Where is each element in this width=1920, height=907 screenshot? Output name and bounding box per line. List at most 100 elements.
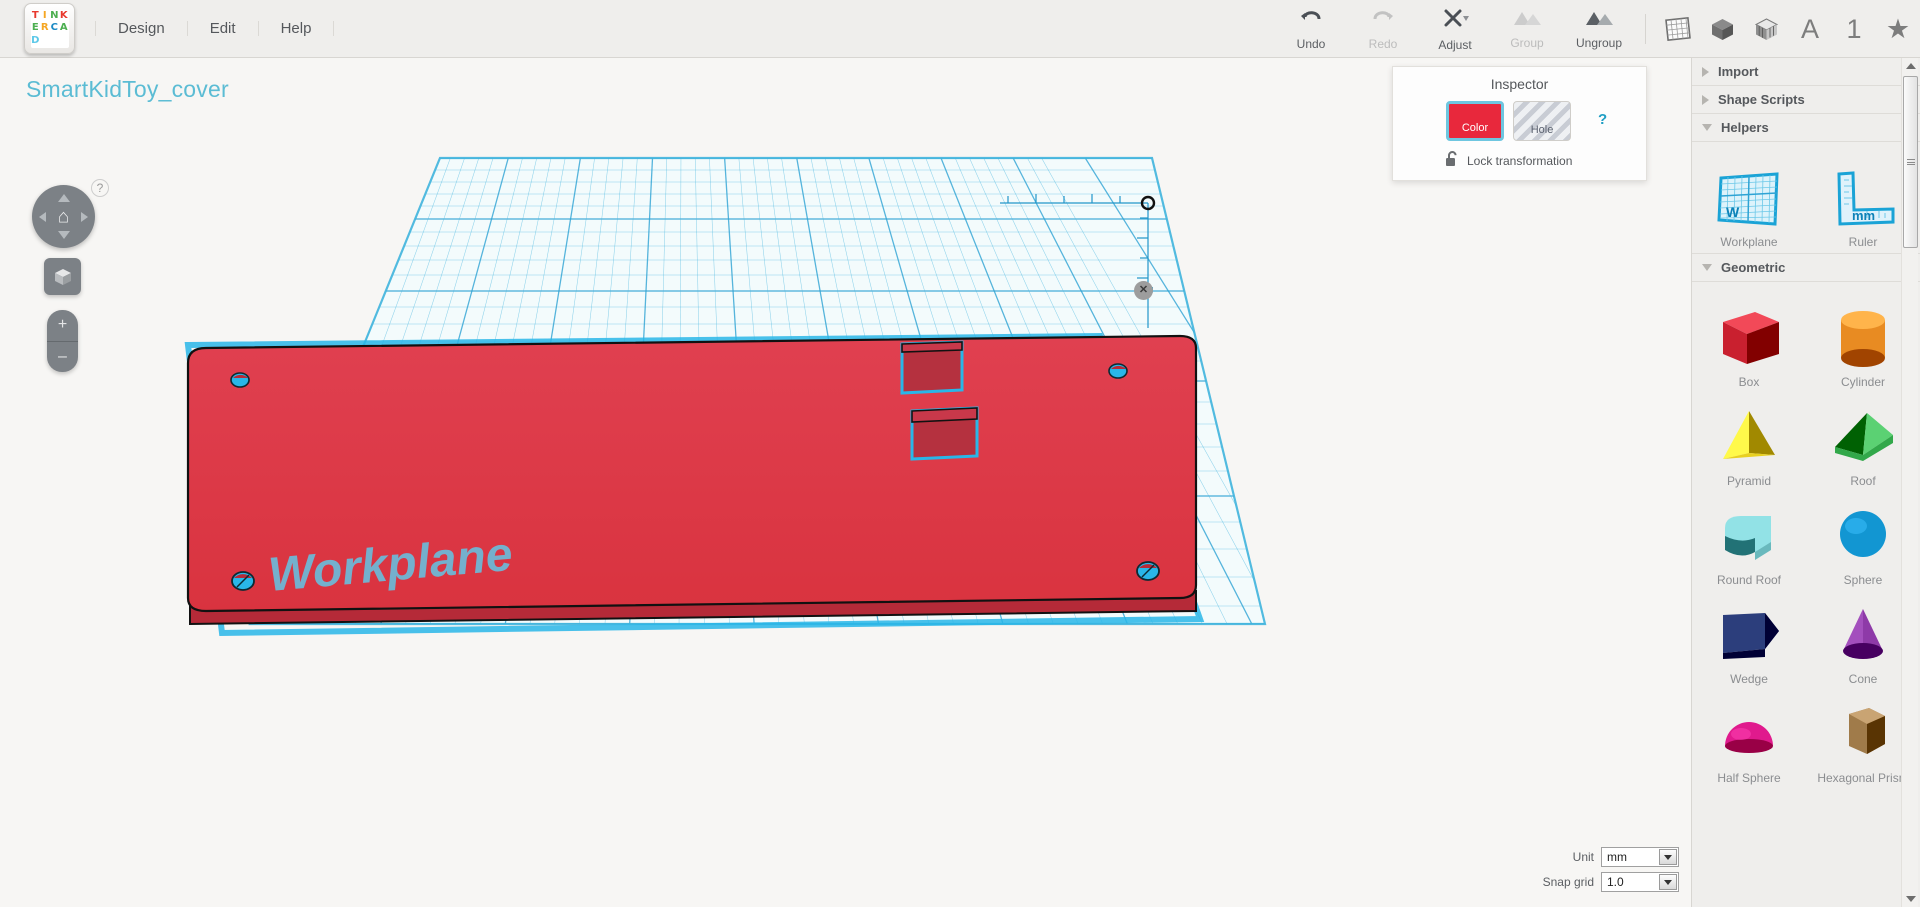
section-shape-scripts[interactable]: Shape Scripts xyxy=(1692,86,1920,114)
inspector-title: Inspector xyxy=(1490,76,1549,92)
adjust-icon xyxy=(1441,7,1469,34)
shape-box-label: Box xyxy=(1738,375,1760,389)
star-glyph: ★ xyxy=(1885,13,1911,44)
number-one-glyph: 1 xyxy=(1846,13,1862,44)
scrollbar-thumb[interactable] xyxy=(1903,76,1918,248)
logo-letter-r-5: R xyxy=(40,22,49,34)
undo-button[interactable]: Undo xyxy=(1275,0,1347,58)
shape-wedge-icon xyxy=(1707,600,1791,670)
logo-letter-n-2: N xyxy=(50,9,59,21)
top-tool-group: Undo Redo Adjust Group Ungroup A 1 ★ xyxy=(1275,0,1920,58)
group-label: Group xyxy=(1510,35,1544,50)
shape-box-icon xyxy=(1707,303,1791,373)
zoom-controls[interactable]: + – xyxy=(47,310,78,372)
adjust-button[interactable]: Adjust xyxy=(1419,0,1491,58)
star-icon[interactable]: ★ xyxy=(1876,0,1920,58)
shape-half-sphere[interactable]: Half Sphere xyxy=(1692,686,1806,785)
workplane-helper-icon: W xyxy=(1707,163,1791,233)
fit-view-cube-button[interactable] xyxy=(44,258,81,295)
scroll-up-arrow[interactable] xyxy=(1902,58,1919,74)
snap-grid-label: Snap grid xyxy=(1542,875,1594,889)
hole-swatch-button[interactable]: Hole xyxy=(1513,101,1571,141)
text-a-icon[interactable]: A xyxy=(1788,0,1832,58)
shape-cone-label: Cone xyxy=(1848,672,1878,686)
nav-left-arrow[interactable] xyxy=(39,211,46,222)
color-swatch-button[interactable]: Color xyxy=(1446,101,1504,141)
inspector-help-icon[interactable]: ? xyxy=(1598,111,1607,128)
tinkercad-logo-letters: TINK ERCA D xyxy=(30,9,69,48)
shape-pyramid[interactable]: Pyramid xyxy=(1692,389,1806,488)
zoom-in-button[interactable]: + xyxy=(47,310,78,342)
ungroup-button[interactable]: Ungroup xyxy=(1563,0,1635,58)
logo-letter-c-6: C xyxy=(50,22,58,34)
shape-round-roof[interactable]: Round Roof xyxy=(1692,488,1806,587)
shape-roof-icon xyxy=(1821,402,1905,472)
redo-button[interactable]: Redo xyxy=(1347,0,1419,58)
chevron-down-icon[interactable] xyxy=(1659,874,1677,890)
unit-select[interactable]: mm xyxy=(1601,847,1679,867)
shape-cone-icon xyxy=(1821,600,1905,670)
shape-roof-label: Roof xyxy=(1850,474,1876,488)
snap-grid-value: 1.0 xyxy=(1607,875,1624,889)
nav-right-arrow[interactable] xyxy=(81,211,88,222)
shape-box[interactable]: Box xyxy=(1692,290,1806,389)
scroll-down-arrow[interactable] xyxy=(1902,891,1919,907)
shape-wedge-label: Wedge xyxy=(1730,672,1768,686)
lock-transformation-row[interactable]: Lock transformation xyxy=(1393,141,1646,170)
menu-edit[interactable]: Edit xyxy=(188,21,259,36)
nav-up-arrow[interactable] xyxy=(57,194,70,202)
unit-value: mm xyxy=(1607,850,1627,864)
color-label: Color xyxy=(1461,122,1489,134)
shape-half-sphere-icon xyxy=(1707,699,1791,769)
shaded-cube-icon[interactable] xyxy=(1744,0,1788,58)
panel-scrollbar[interactable] xyxy=(1901,58,1918,907)
inspector-panel: Inspector Color Hole ? Lock transformati… xyxy=(1392,66,1647,181)
snap-grid-select[interactable]: 1.0 xyxy=(1601,872,1679,892)
tinkercad-app: TINKERCAD Design Edit Help Undo Redo Adj… xyxy=(0,0,1920,907)
hole-label: Hole xyxy=(1530,124,1554,136)
zoom-out-button[interactable]: – xyxy=(47,342,78,373)
section-geometric[interactable]: Geometric xyxy=(1692,254,1920,282)
menu-design[interactable]: Design xyxy=(95,21,188,36)
view-navigation-pad[interactable]: ⌂ xyxy=(32,185,95,248)
nav-down-arrow[interactable] xyxy=(57,231,70,239)
section-shape-scripts-label: Shape Scripts xyxy=(1718,92,1805,107)
solid-cube-icon[interactable] xyxy=(1700,0,1744,58)
shape-workplane[interactable]: W Workplane xyxy=(1692,150,1806,249)
unlock-icon xyxy=(1445,151,1459,170)
3d-canvas[interactable]: Workplane SmartKidToy_cover ⌂ ? + – mm ✕ xyxy=(0,58,1691,907)
shapes-panel: Import Shape Scripts Helpers W Workplane… xyxy=(1691,58,1920,907)
section-helpers[interactable]: Helpers xyxy=(1692,114,1920,142)
chevron-down-icon[interactable] xyxy=(1659,849,1677,865)
ungroup-icon xyxy=(1584,9,1614,32)
menu-help[interactable]: Help xyxy=(259,21,335,36)
workplane-grid xyxy=(248,156,1267,626)
home-view-icon[interactable]: ⌂ xyxy=(58,207,69,226)
boss-lower xyxy=(910,406,979,461)
shape-cylinder-icon xyxy=(1821,303,1905,373)
ungroup-label: Ungroup xyxy=(1575,35,1623,50)
tinkercad-logo[interactable]: TINK ERCA D xyxy=(24,3,75,54)
ruler-close-icon[interactable]: ✕ xyxy=(1134,281,1153,300)
cover-plate-model xyxy=(186,334,1198,626)
toolbar-divider xyxy=(1645,14,1646,44)
shape-sphere-label: Sphere xyxy=(1843,573,1883,587)
undo-icon xyxy=(1299,8,1323,33)
3d-scene: Workplane xyxy=(184,156,1267,637)
shape-pyramid-label: Pyramid xyxy=(1726,474,1771,488)
shape-cylinder-label: Cylinder xyxy=(1840,375,1885,389)
group-button[interactable]: Group xyxy=(1491,0,1563,58)
chevron-down-icon xyxy=(1702,124,1712,131)
screw-holes xyxy=(230,363,1160,591)
workplane-grid-icon[interactable] xyxy=(1656,0,1700,58)
logo-letter-a-7: A xyxy=(59,22,68,34)
nav-help-icon[interactable]: ? xyxy=(91,179,109,197)
number-one-icon[interactable]: 1 xyxy=(1832,0,1876,58)
shape-round-roof-icon xyxy=(1707,501,1791,571)
cube-icon xyxy=(54,268,71,285)
logo-letter-i-1: I xyxy=(42,9,47,21)
workplane-w-glyph: W xyxy=(1726,204,1740,220)
section-import[interactable]: Import xyxy=(1692,58,1920,86)
shape-wedge[interactable]: Wedge xyxy=(1692,587,1806,686)
redo-label: Redo xyxy=(1368,36,1398,51)
